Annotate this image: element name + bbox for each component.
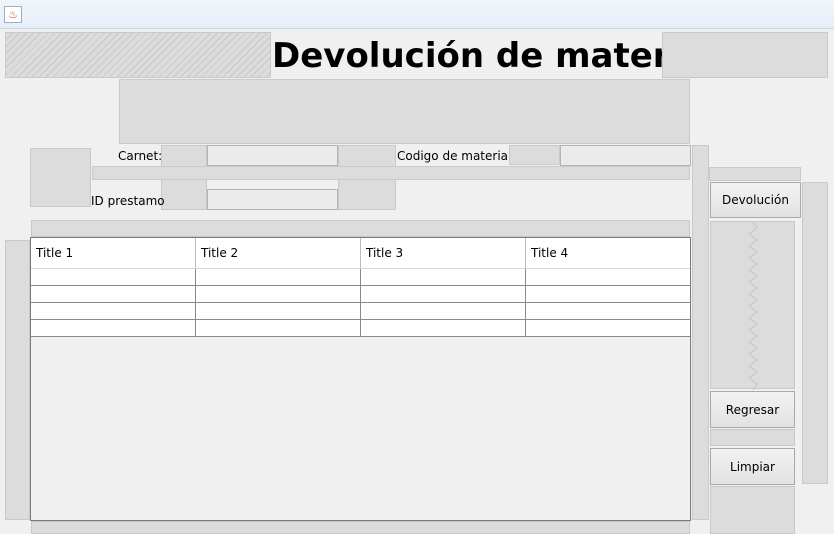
table-row[interactable] [31, 320, 690, 337]
column-header-2[interactable]: Title 2 [196, 238, 361, 268]
devolucion-button[interactable]: Devolución [710, 182, 801, 218]
carnet-field[interactable] [207, 145, 338, 166]
table-bottom-spacer [31, 521, 690, 534]
table-top-spacer [31, 220, 690, 237]
table-cell[interactable] [361, 286, 526, 302]
table-cell[interactable] [31, 303, 196, 319]
materials-table[interactable]: Title 1 Title 2 Title 3 Title 4 [30, 237, 691, 521]
column-header-4[interactable]: Title 4 [526, 238, 690, 268]
table-cell[interactable] [196, 320, 361, 336]
table-cell[interactable] [526, 320, 690, 336]
right-gap-spacer [692, 145, 709, 520]
id-prestamo-field[interactable] [207, 189, 338, 210]
header-panel [119, 79, 690, 144]
form-row-separator [92, 166, 690, 180]
zigzag-decoration [748, 222, 758, 390]
table-cell[interactable] [526, 269, 690, 285]
table-cell[interactable] [196, 286, 361, 302]
form-left-spacer [30, 148, 91, 207]
table-row[interactable] [31, 303, 690, 320]
carnet-label: Carnet: [118, 149, 163, 163]
regresar-button[interactable]: Regresar [710, 391, 795, 428]
codigo-material-field[interactable] [560, 145, 691, 166]
page-title: Devolución de material [272, 36, 716, 76]
table-cell[interactable] [31, 320, 196, 336]
button-top-spacer [709, 167, 801, 181]
button-middle-spacer [710, 429, 795, 446]
window-title-bar: ♨ [0, 0, 834, 29]
button-filler [710, 221, 795, 390]
table-cell[interactable] [31, 269, 196, 285]
form-spacer-c [509, 145, 560, 165]
table-cell[interactable] [361, 269, 526, 285]
button-bottom-spacer [710, 486, 795, 534]
title-left-spacer [5, 32, 271, 78]
table-cell[interactable] [31, 286, 196, 302]
table-header: Title 1 Title 2 Title 3 Title 4 [31, 238, 690, 269]
table-cell[interactable] [196, 303, 361, 319]
table-cell[interactable] [361, 320, 526, 336]
table-cell[interactable] [196, 269, 361, 285]
table-cell[interactable] [361, 303, 526, 319]
codigo-material-label: Codigo de material: [397, 149, 516, 163]
left-edge-spacer [5, 240, 30, 520]
table-cell[interactable] [526, 303, 690, 319]
limpiar-button[interactable]: Limpiar [710, 448, 795, 485]
title-right-spacer [662, 32, 828, 78]
java-cup-icon[interactable]: ♨ [4, 6, 22, 23]
id-prestamo-label: ID prestamo [91, 194, 165, 208]
column-header-3[interactable]: Title 3 [361, 238, 526, 268]
right-edge-spacer [802, 182, 828, 484]
table-row[interactable] [31, 286, 690, 303]
table-cell[interactable] [526, 286, 690, 302]
column-header-1[interactable]: Title 1 [31, 238, 196, 268]
table-row[interactable] [31, 269, 690, 286]
